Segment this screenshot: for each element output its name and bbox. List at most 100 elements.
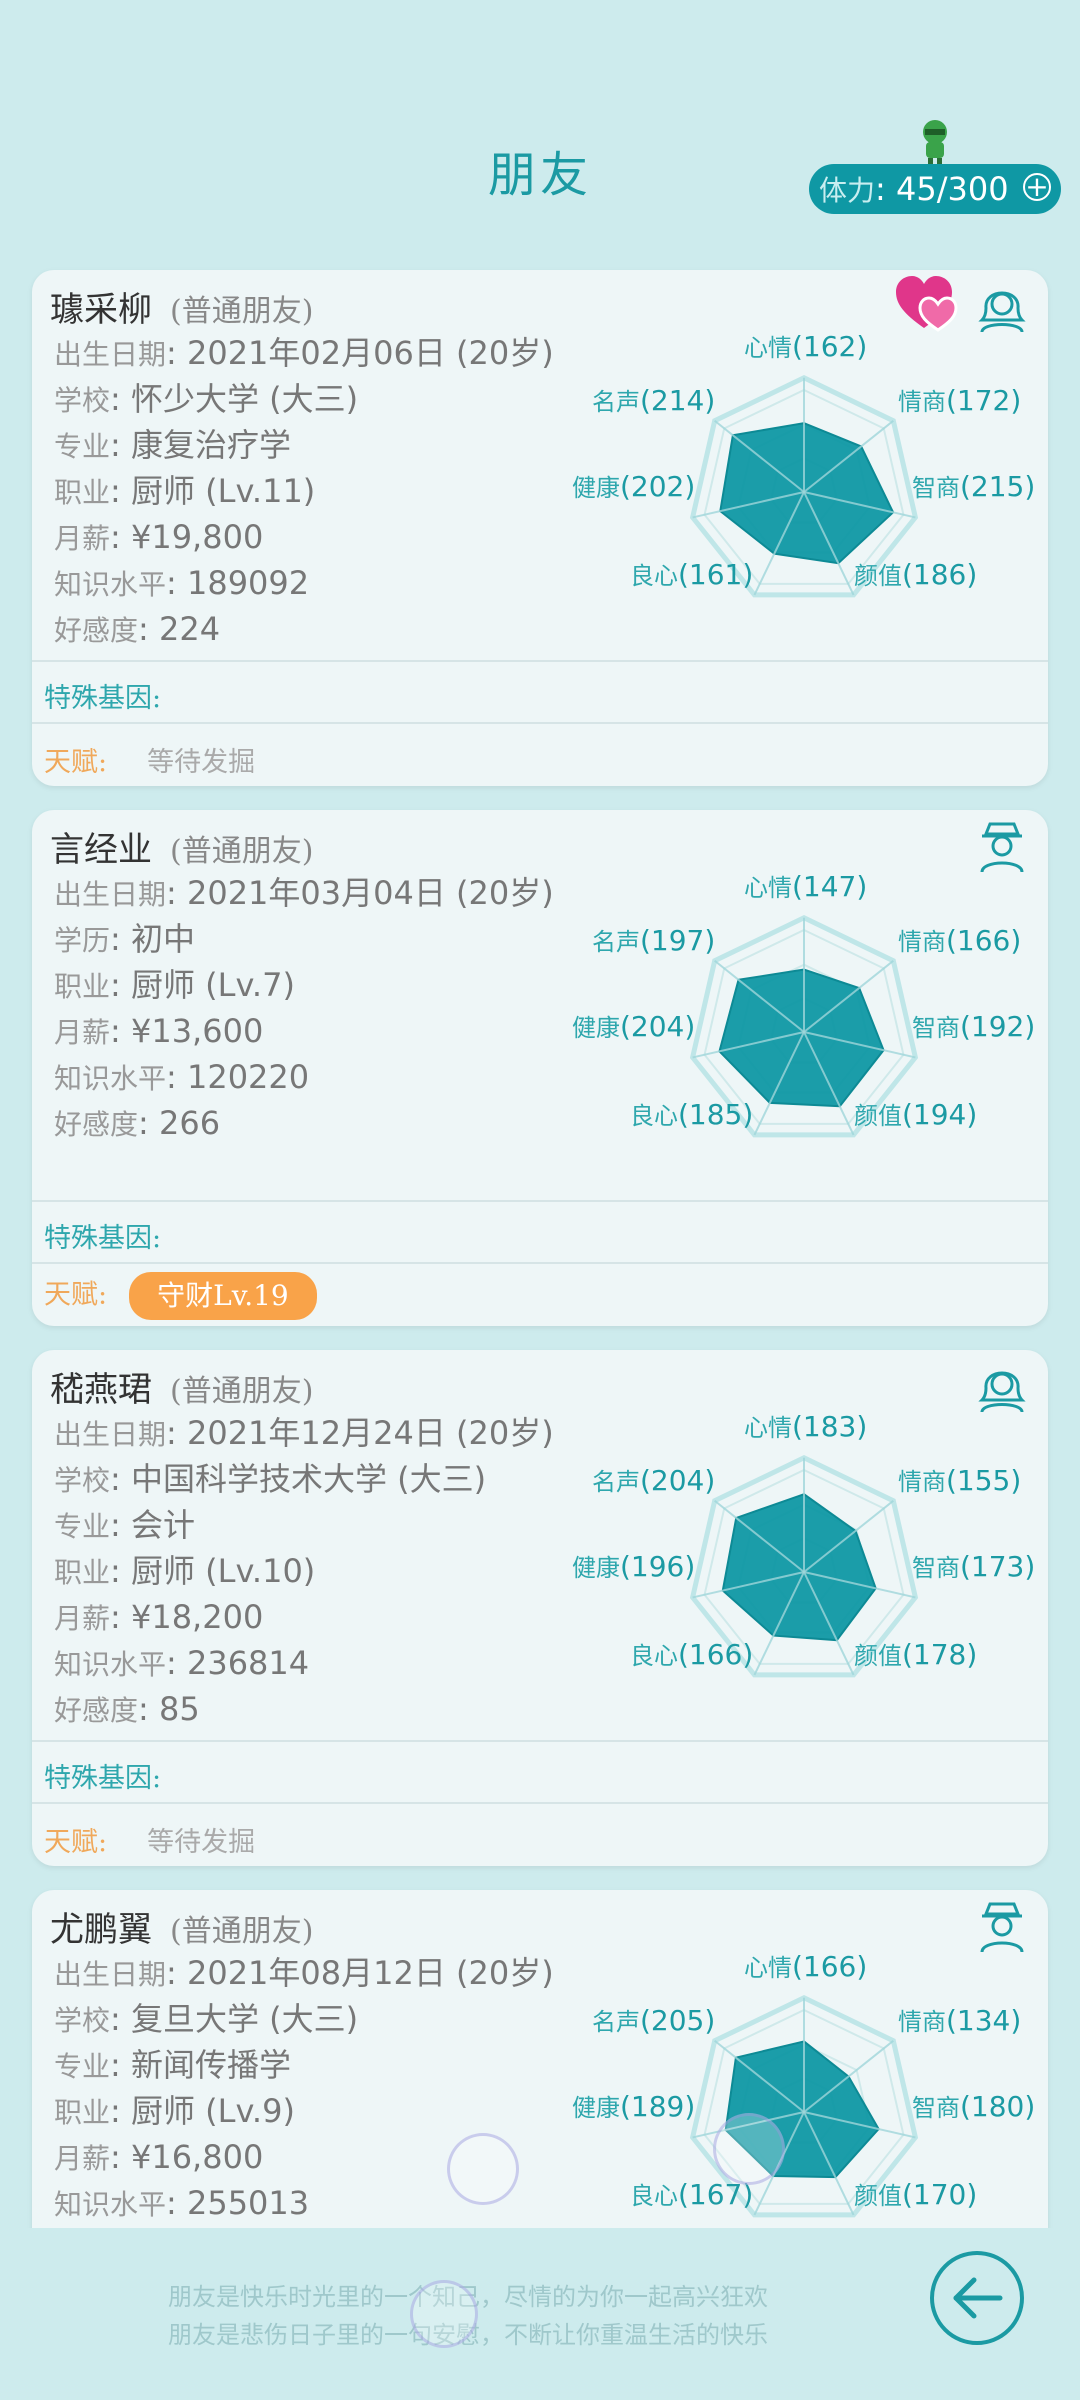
stat-value: (172): [946, 384, 1022, 417]
radar-stat-label: 智商(215): [912, 468, 1035, 503]
stat-key: 颜值: [854, 1642, 902, 1670]
touch-bubble: [410, 2280, 478, 2348]
stat-value: (202): [620, 470, 696, 503]
stat-key: 颜值: [854, 562, 902, 590]
stat-key: 情商: [898, 2008, 946, 2036]
stat-value: (134): [946, 2004, 1022, 2037]
friend-card[interactable]: 嵇燕珺 (普通朋友) 出生日期: 2021年12月24日 (20岁) 学校: 中国…: [32, 1350, 1048, 1866]
stat-key: 智商: [912, 1554, 960, 1582]
add-stamina-button[interactable]: +: [1023, 173, 1051, 201]
stat-value: (185): [678, 1098, 754, 1131]
stat-key: 名声: [592, 2008, 640, 2036]
radar-stat-label: 名声(205): [592, 2002, 715, 2037]
back-button[interactable]: [930, 2251, 1024, 2345]
talent-row: 天赋: 守财Lv.19: [44, 1272, 317, 1320]
radar-stat-label: 名声(204): [592, 1462, 715, 1497]
stat-value: (173): [960, 1550, 1036, 1583]
radar-stat-label: 颜值(170): [854, 2176, 977, 2211]
stat-value: (194): [902, 1098, 978, 1131]
stat-key: 颜值: [854, 2182, 902, 2210]
radar-stat-label: 颜值(194): [854, 1096, 977, 1131]
stat-value: (162): [792, 330, 868, 363]
bottom-bar: 朋友是快乐时光里的一个知己，尽情的为你一起高兴狂欢 朋友是悲伤日子里的一句安慰，…: [0, 2228, 1080, 2400]
friend-card[interactable]: 言经业 (普通朋友) 出生日期: 2021年03月04日 (20岁) 学历: 初中…: [32, 810, 1048, 1326]
special-gene-label: 特殊基因:: [44, 1223, 162, 1254]
stat-key: 心情: [744, 1414, 792, 1442]
radar-stat-label: 心情(183): [744, 1408, 867, 1443]
stat-key: 心情: [744, 1954, 792, 1982]
radar-stat-label: 情商(166): [898, 922, 1021, 957]
stat-value: (205): [640, 2004, 716, 2037]
talent-badge[interactable]: 守财Lv.19: [129, 1272, 317, 1320]
stat-key: 健康: [572, 2094, 620, 2122]
stat-key: 智商: [912, 474, 960, 502]
stat-value: (166): [792, 1950, 868, 1983]
stat-key: 智商: [912, 1014, 960, 1042]
stat-value: (170): [902, 2178, 978, 2211]
stat-key: 良心: [630, 2182, 678, 2210]
radar-stat-label: 智商(192): [912, 1008, 1035, 1043]
stat-key: 名声: [592, 388, 640, 416]
special-gene-label: 特殊基因:: [44, 683, 162, 714]
radar-stat-label: 情商(172): [898, 382, 1021, 417]
radar-stat-label: 智商(180): [912, 2088, 1035, 2123]
radar-stat-label: 良心(161): [630, 556, 753, 591]
stat-key: 名声: [592, 1468, 640, 1496]
stat-key: 心情: [744, 874, 792, 902]
radar-chart: [689, 1454, 919, 1678]
stat-key: 情商: [898, 928, 946, 956]
stat-key: 健康: [572, 1014, 620, 1042]
talent-label: 天赋:: [44, 1827, 108, 1858]
stat-value: (186): [902, 558, 978, 591]
radar-stat-label: 情商(134): [898, 2002, 1021, 2037]
stat-key: 名声: [592, 928, 640, 956]
talent-label: 天赋:: [44, 747, 108, 778]
stat-value: (180): [960, 2090, 1036, 2123]
radar-stat-label: 心情(147): [744, 868, 867, 903]
radar-stat-label: 名声(214): [592, 382, 715, 417]
radar-stat-label: 良心(185): [630, 1096, 753, 1131]
touch-bubble: [713, 2113, 785, 2185]
radar-stat-label: 健康(204): [572, 1008, 695, 1043]
radar-stat-label: 名声(197): [592, 922, 715, 957]
stat-key: 良心: [630, 1102, 678, 1130]
stat-key: 健康: [572, 1554, 620, 1582]
stat-key: 良心: [630, 1642, 678, 1670]
friend-card[interactable]: 璩采柳 (普通朋友) 出生日期: 2021年02月06日 (20岁) 学校: 怀少…: [32, 270, 1048, 786]
radar-stat-label: 良心(166): [630, 1636, 753, 1671]
radar-stat-label: 健康(189): [572, 2088, 695, 2123]
radar-stat-label: 颜值(186): [854, 556, 977, 591]
stat-value: (178): [902, 1638, 978, 1671]
stat-key: 心情: [744, 334, 792, 362]
talent-value: 等待发掘: [147, 747, 256, 778]
radar-chart: [689, 914, 919, 1138]
stat-key: 良心: [630, 562, 678, 590]
special-gene-label: 特殊基因:: [44, 1763, 162, 1794]
touch-bubble: [447, 2133, 519, 2205]
stamina-value: : 45/300: [875, 170, 1009, 208]
stat-value: (196): [620, 1550, 696, 1583]
radar-chart: [689, 374, 919, 598]
mascot-icon: [923, 120, 947, 168]
radar-stat-label: 智商(173): [912, 1548, 1035, 1583]
arrow-left-icon: [953, 2277, 1003, 2319]
stat-value: (214): [640, 384, 716, 417]
stat-value: (161): [678, 558, 754, 591]
stat-value: (204): [640, 1464, 716, 1497]
stat-key: 健康: [572, 474, 620, 502]
stat-value: (197): [640, 924, 716, 957]
stat-value: (166): [946, 924, 1022, 957]
radar-stat-label: 心情(166): [744, 1948, 867, 1983]
stat-value: (147): [792, 870, 868, 903]
talent-row: 天赋: 等待发掘: [44, 1820, 255, 1859]
talent-row: 天赋: 等待发掘: [44, 740, 255, 779]
talent-value: 等待发掘: [147, 1827, 256, 1858]
radar-stat-label: 心情(162): [744, 328, 867, 363]
stat-value: (215): [960, 470, 1036, 503]
stat-key: 情商: [898, 388, 946, 416]
stat-key: 颜值: [854, 1102, 902, 1130]
stat-value: (183): [792, 1410, 868, 1443]
stat-value: (166): [678, 1638, 754, 1671]
radar-stat-label: 颜值(178): [854, 1636, 977, 1671]
stat-value: (204): [620, 1010, 696, 1043]
